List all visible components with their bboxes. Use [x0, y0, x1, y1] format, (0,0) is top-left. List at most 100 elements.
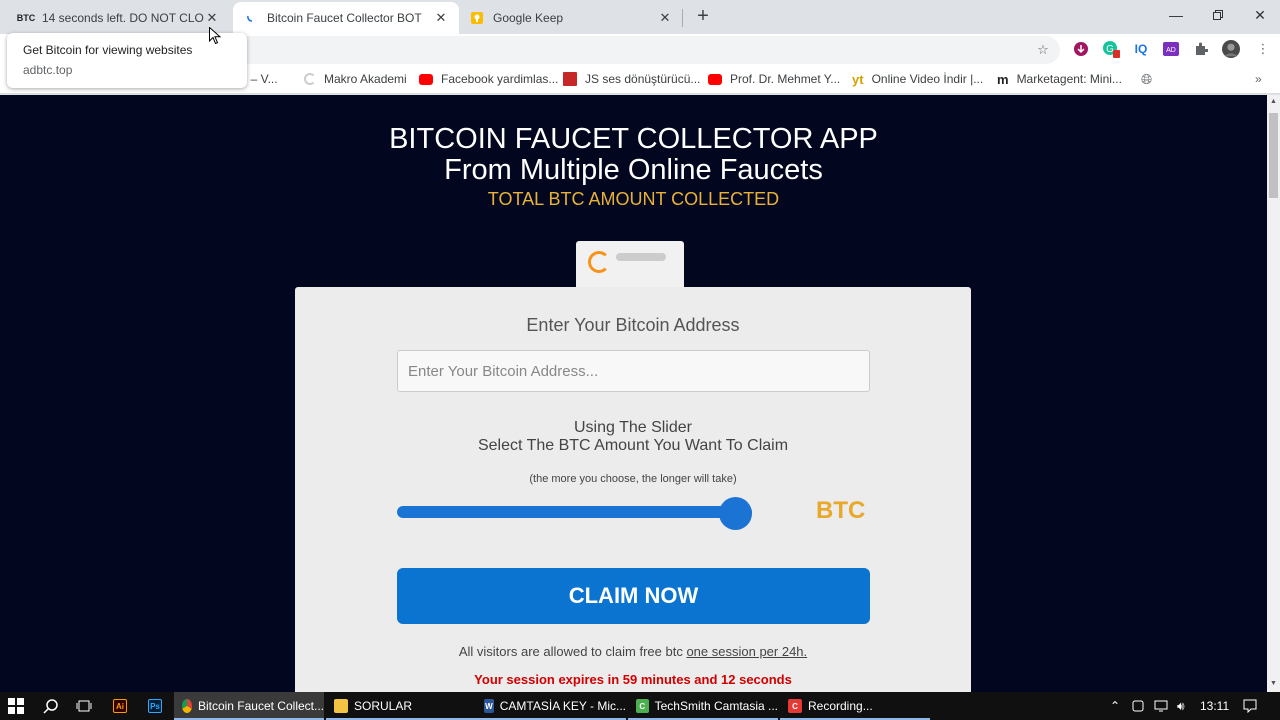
- menu-kebab-icon[interactable]: ⋮: [1254, 40, 1272, 58]
- star-icon[interactable]: ☆: [1034, 41, 1052, 59]
- bookmark-item[interactable]: 🌐︎: [1141, 71, 1152, 87]
- close-icon[interactable]: ✕: [433, 10, 449, 26]
- folder-icon: [334, 699, 348, 713]
- bitcoin-address-input[interactable]: [397, 350, 870, 392]
- total-collected-heading: TOTAL BTC AMOUNT COLLECTED: [487, 189, 780, 209]
- extensions-puzzle-icon[interactable]: [1192, 40, 1210, 58]
- bookmark-label: JS ses dönüştürücü...: [585, 72, 701, 86]
- taskbar-chrome[interactable]: Bitcoin Faucet Collect...: [174, 692, 324, 720]
- minimize-icon[interactable]: —: [1154, 0, 1198, 30]
- tab-google-keep[interactable]: Google Keep ✕: [459, 2, 683, 34]
- youtube-icon: [419, 73, 433, 85]
- chrome-icon: [182, 699, 192, 713]
- taskbar-label: SORULAR: [354, 699, 413, 713]
- iq-extension-icon[interactable]: IQ: [1132, 40, 1150, 58]
- logo-text-placeholder: [616, 253, 666, 261]
- slider-handle[interactable]: [719, 497, 752, 530]
- google-keep-icon: [469, 10, 485, 26]
- volume-icon[interactable]: 🔊︎: [1177, 692, 1185, 720]
- new-tab-plus-icon[interactable]: +: [692, 5, 714, 27]
- start-button[interactable]: [8, 692, 24, 720]
- bookmarks-overflow-icon[interactable]: »: [1255, 71, 1262, 87]
- bookmark-label: Makro Akademi: [324, 72, 407, 86]
- taskbar-label: TechSmith Camtasia ...: [654, 699, 778, 713]
- taskbar-word[interactable]: W CAMTASİA KEY - Mic...: [476, 692, 626, 720]
- claim-now-button[interactable]: CLAIM NOW: [397, 568, 870, 624]
- bookmark-label: Prof. Dr. Mehmet Y...: [730, 72, 841, 86]
- tab-strip: BTC 14 seconds left. DO NOT CLOSE THIS T…: [0, 0, 1280, 34]
- scrollbar-thumb[interactable]: [1269, 113, 1278, 198]
- network-icon[interactable]: [1154, 692, 1168, 720]
- visitors-text: All visitors are allowed to claim free b…: [458, 644, 683, 659]
- taskbar-label: Bitcoin Faucet Collect...: [197, 699, 324, 713]
- mouse-cursor-icon: [209, 26, 222, 50]
- taskbar-camtasia[interactable]: C TechSmith Camtasia ...: [628, 692, 778, 720]
- page-content: BITCOIN FAUCET COLLECTOR APP From Multip…: [0, 95, 1267, 692]
- tab-btc-timer[interactable]: BTC 14 seconds left. DO NOT CLOSE THIS T…: [8, 2, 230, 34]
- visitors-note: All visitors are allowed to claim free b…: [295, 644, 971, 659]
- bookmark-item[interactable]: Makro Akademi: [304, 71, 407, 87]
- search-icon[interactable]: [43, 692, 59, 720]
- photoshop-app-icon[interactable]: Ps: [148, 692, 168, 720]
- slider-title-1: Using The Slider: [574, 419, 692, 436]
- taskbar-label: Recording...: [808, 699, 873, 713]
- tray-chevron-icon[interactable]: ⌃: [1110, 692, 1120, 720]
- js-icon: [563, 72, 577, 86]
- loading-icon: [304, 73, 316, 85]
- scroll-down-icon[interactable]: ▼: [1270, 680, 1277, 687]
- tab-title: Google Keep: [493, 11, 564, 25]
- claim-panel: Enter Your Bitcoin Address Using The Sli…: [295, 287, 971, 692]
- currency-label: BTC: [816, 497, 866, 524]
- download-extension-icon[interactable]: [1072, 40, 1090, 58]
- bookmark-item[interactable]: Prof. Dr. Mehmet Y...: [708, 71, 840, 87]
- m-icon: m: [997, 71, 1009, 87]
- bookmark-item[interactable]: m Marketagent: Mini...: [997, 71, 1122, 87]
- tray-app-icon[interactable]: [1132, 692, 1144, 720]
- btc-favicon-icon: BTC: [16, 13, 36, 23]
- faucet-logo: [576, 241, 684, 289]
- bookmark-label: Marketagent: Mini...: [1016, 72, 1122, 86]
- camtasia-icon: C: [636, 699, 649, 713]
- loading-spinner-icon: [243, 10, 259, 26]
- close-icon[interactable]: ✕: [657, 10, 673, 26]
- close-icon[interactable]: ✕: [204, 10, 220, 26]
- address-bar[interactable]: ☆: [230, 36, 1060, 64]
- ad-extension-icon[interactable]: AD: [1162, 40, 1180, 58]
- word-icon: W: [484, 699, 494, 713]
- window-close-icon[interactable]: ✕: [1238, 0, 1280, 30]
- grammarly-extension-icon[interactable]: G: [1102, 40, 1120, 58]
- illustrator-app-icon[interactable]: Ai: [113, 692, 133, 720]
- bookmark-label: Facebook yardimlas...: [441, 72, 559, 86]
- tooltip-url: adbtc.top: [23, 63, 73, 77]
- session-link[interactable]: one session per 24h.: [686, 644, 807, 659]
- tab-faucet-collector[interactable]: Bitcoin Faucet Collector BOT ✕: [233, 2, 459, 34]
- svg-text:G: G: [1106, 44, 1114, 55]
- session-expiry-text: Your session expires in 59 minutes and 1…: [474, 672, 792, 687]
- slider-title-2: Select The BTC Amount You Want To Claim: [477, 437, 789, 454]
- slider-note: (the more you choose, the longer will ta…: [529, 473, 737, 485]
- restore-icon[interactable]: [1196, 0, 1240, 30]
- svg-text:AD: AD: [1166, 47, 1176, 54]
- clock[interactable]: 13:11: [1200, 692, 1229, 720]
- bookmark-item[interactable]: yt Online Video İndir |...: [852, 71, 983, 87]
- globe-icon: 🌐︎: [1141, 70, 1153, 87]
- bookmark-item[interactable]: JS ses dönüştürücü...: [563, 71, 700, 87]
- windows-taskbar: Ai Ps Bitcoin Faucet Collect... SORULAR …: [0, 692, 1280, 720]
- tab-title: 14 seconds left. DO NOT CLOSE THIS TAB: [42, 11, 204, 25]
- scroll-up-icon[interactable]: ▲: [1270, 98, 1277, 105]
- tab-title: Bitcoin Faucet Collector BOT: [267, 11, 422, 25]
- profile-avatar-icon[interactable]: [1222, 40, 1240, 58]
- task-view-icon[interactable]: [76, 692, 92, 720]
- bookmark-item[interactable]: Facebook yardimlas...: [419, 71, 558, 87]
- btc-amount-slider[interactable]: [397, 506, 752, 518]
- youtube-icon: [708, 73, 722, 85]
- address-heading: Enter Your Bitcoin Address: [526, 315, 740, 335]
- recorder-icon: C: [788, 699, 802, 713]
- bookmark-label: Online Video İndir |...: [871, 72, 984, 86]
- tooltip-title: Get Bitcoin for viewing websites: [23, 43, 193, 57]
- taskbar-recorder[interactable]: C Recording...: [780, 692, 930, 720]
- page-scrollbar[interactable]: ▲ ▼: [1267, 95, 1280, 692]
- notifications-icon[interactable]: [1243, 692, 1257, 720]
- taskbar-folder[interactable]: SORULAR: [326, 692, 476, 720]
- page-title-line-1: BITCOIN FAUCET COLLECTOR APP: [389, 123, 878, 155]
